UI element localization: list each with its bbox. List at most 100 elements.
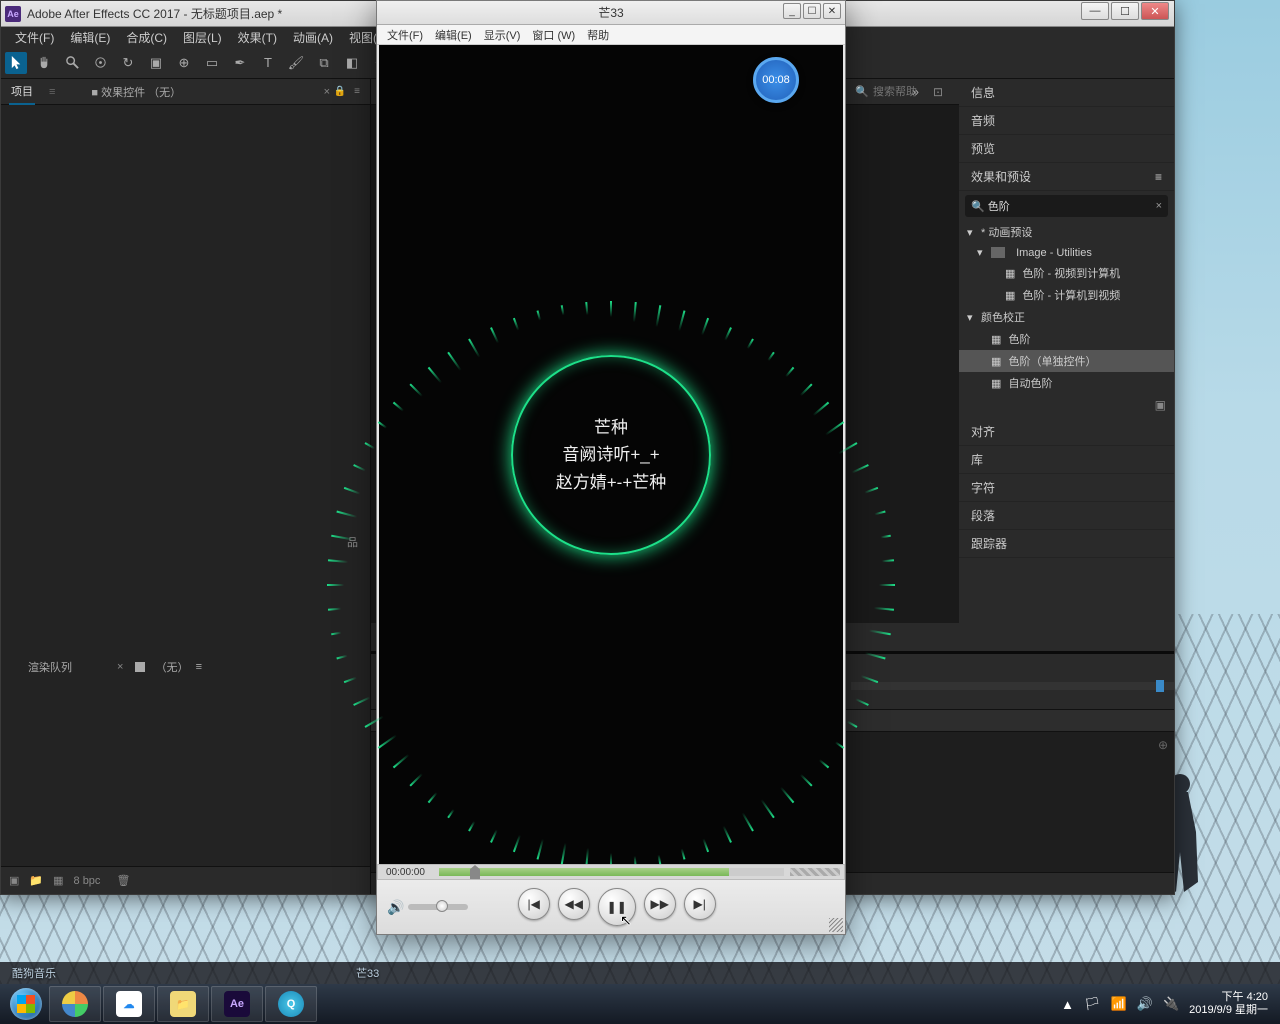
volume-icon[interactable]: 🔊 xyxy=(387,899,404,916)
render-queue-tab[interactable]: 渲染队列 xyxy=(26,655,74,679)
rewind-button[interactable]: ◀◀ xyxy=(558,888,590,920)
interpret-footage-icon[interactable]: ▣ xyxy=(9,874,19,887)
music-app-name: 酷狗音乐 xyxy=(12,965,56,981)
shape-tool[interactable]: ▭ xyxy=(201,52,223,74)
tree-levels-computer[interactable]: ▦ 色阶 - 计算机到视频 xyxy=(959,284,1174,306)
play-pause-button[interactable]: ❚❚ xyxy=(598,888,636,926)
player-close-button[interactable]: ✕ xyxy=(823,3,841,19)
rotation-tool[interactable]: ↻ xyxy=(117,52,139,74)
ae-menu-file[interactable]: 文件(F) xyxy=(9,27,60,48)
ae-menu-animation[interactable]: 动画(A) xyxy=(287,27,339,48)
music-nowplaying-bar[interactable]: 酷狗音乐 芒33 xyxy=(0,962,1280,984)
effect-controls-tab[interactable]: ■ 效果控件 （无） xyxy=(89,80,183,104)
volume-control[interactable]: 🔊 xyxy=(387,899,468,916)
volume-slider[interactable] xyxy=(408,904,468,910)
tree-image-utilities[interactable]: ▾ Image - Utilities xyxy=(959,243,1174,262)
panel-info[interactable]: 信息 xyxy=(959,79,1174,107)
orbit-tool[interactable] xyxy=(89,52,111,74)
tree-animation-presets[interactable]: ▾* 动画预设 xyxy=(959,221,1174,243)
clone-tool[interactable]: ⧉ xyxy=(313,52,335,74)
tree-auto-levels[interactable]: ▦ 自动色阶 xyxy=(959,372,1174,394)
panel-paragraph[interactable]: 段落 xyxy=(959,502,1174,530)
panel-tracker[interactable]: 跟踪器 xyxy=(959,530,1174,558)
project-sort-icon[interactable]: 品 xyxy=(347,534,358,550)
resize-grip[interactable] xyxy=(829,918,843,932)
project-panel-body: 🔍 名称 🏷 类型 品 ▣ 📁 ▦ 8 bpc 🗑 xyxy=(1,105,370,894)
new-bin-icon[interactable]: ▣ xyxy=(1155,398,1166,414)
player-menu-window[interactable]: 窗口 (W) xyxy=(528,25,579,45)
timeline-ruler[interactable] xyxy=(851,682,1174,690)
tray-up-icon[interactable]: ▲ xyxy=(1061,997,1074,1012)
player-menu-file[interactable]: 文件(F) xyxy=(383,25,427,45)
effects-search[interactable]: 🔍 色阶× xyxy=(965,195,1168,217)
panel-align[interactable]: 对齐 xyxy=(959,418,1174,446)
progress-bar[interactable]: 00:00:00 xyxy=(377,864,845,880)
panel-preview[interactable]: 预览 xyxy=(959,135,1174,163)
project-list[interactable] xyxy=(1,329,370,858)
hand-tool[interactable] xyxy=(33,52,55,74)
ae-menu-composition[interactable]: 合成(C) xyxy=(120,27,173,48)
panel-audio[interactable]: 音频 xyxy=(959,107,1174,135)
trash-icon[interactable]: 🗑 xyxy=(116,874,130,887)
project-footer: ▣ 📁 ▦ 8 bpc 🗑 xyxy=(1,866,370,894)
eraser-tool[interactable]: ◧ xyxy=(341,52,363,74)
new-comp-icon[interactable]: ▦ xyxy=(53,874,63,887)
player-minimize-button[interactable]: _ xyxy=(783,3,801,19)
panel-menu-icon[interactable]: ≡ xyxy=(354,86,360,97)
forward-button[interactable]: ▶▶ xyxy=(644,888,676,920)
comp-marker-icon[interactable]: ⊕ xyxy=(1158,738,1168,752)
panel-effects-presets[interactable]: 效果和预设≡ xyxy=(959,163,1174,191)
tray-volume-icon[interactable]: 🔊 xyxy=(1137,996,1153,1012)
panel-lock-icon[interactable]: 🔒 xyxy=(334,86,346,97)
project-tab[interactable]: 项目 xyxy=(9,79,35,105)
player-menu-view[interactable]: 显示(V) xyxy=(480,25,525,45)
tray-network-icon[interactable]: 📶 xyxy=(1111,996,1127,1012)
ae-menu-edit[interactable]: 编辑(E) xyxy=(64,27,116,48)
next-track-button[interactable]: ▶| xyxy=(684,888,716,920)
tree-color-correction[interactable]: ▾颜色校正 xyxy=(959,306,1174,328)
taskbar-app-2[interactable]: ☁ xyxy=(103,986,155,1022)
ae-maximize-button[interactable]: ☐ xyxy=(1111,2,1139,20)
taskbar-after-effects[interactable]: Ae xyxy=(211,986,263,1022)
player-maximize-button[interactable]: ☐ xyxy=(803,3,821,19)
tray-flag-icon[interactable]: 🏳 xyxy=(1084,996,1101,1012)
pen-tool[interactable]: ✒ xyxy=(229,52,251,74)
tray-power-icon[interactable]: 🔌 xyxy=(1163,996,1179,1012)
timeline-playhead[interactable] xyxy=(1156,680,1164,692)
taskbar: ☁ 📁 Ae Q ▲ 🏳 📶 🔊 🔌 下午 4:20 2019/9/9 星期一 xyxy=(0,984,1280,1024)
player-menu-help[interactable]: 帮助 xyxy=(583,25,613,45)
timeline-none-tab[interactable]: × （无） ≡ xyxy=(111,655,204,679)
ae-close-button[interactable]: ✕ xyxy=(1141,2,1169,20)
panel-library[interactable]: 库 xyxy=(959,446,1174,474)
tree-levels[interactable]: ▦ 色阶 xyxy=(959,328,1174,350)
pan-behind-tool[interactable]: ⊕ xyxy=(173,52,195,74)
taskbar-explorer[interactable]: 📁 xyxy=(157,986,209,1022)
selection-tool[interactable] xyxy=(5,52,27,74)
zoom-tool[interactable] xyxy=(61,52,83,74)
type-tool[interactable]: T xyxy=(257,52,279,74)
prev-track-button[interactable]: |◀ xyxy=(518,888,550,920)
ae-menu-layer[interactable]: 图层(L) xyxy=(177,27,228,48)
camera-tool[interactable]: ▣ xyxy=(145,52,167,74)
ae-menu-effect[interactable]: 效果(T) xyxy=(232,27,283,48)
player-video-area[interactable]: 00:08 芒种 音阙诗听+_+ 赵方婧+-+芒种 xyxy=(379,45,843,865)
tree-levels-individual[interactable]: ▦ 色阶（单独控件） xyxy=(959,350,1174,372)
taskbar-quicktime[interactable]: Q xyxy=(265,986,317,1022)
brush-tool[interactable]: 🖌 xyxy=(285,52,307,74)
timer-badge: 00:08 xyxy=(753,57,799,103)
start-button[interactable] xyxy=(4,986,48,1022)
panel-menu-icon[interactable]: ≡ xyxy=(1155,170,1162,184)
search-help-input[interactable] xyxy=(873,86,963,98)
player-menu-edit[interactable]: 编辑(E) xyxy=(431,25,476,45)
taskbar-app-1[interactable] xyxy=(49,986,101,1022)
panel-character[interactable]: 字符 xyxy=(959,474,1174,502)
effects-tree-footer: ▣ xyxy=(959,394,1174,418)
new-folder-icon[interactable]: 📁 xyxy=(29,874,43,887)
player-titlebar[interactable]: 芒33 _ ☐ ✕ xyxy=(377,1,845,25)
panel-close-icon[interactable]: × xyxy=(324,86,330,98)
tree-levels-video[interactable]: ▦ 色阶 - 视频到计算机 xyxy=(959,262,1174,284)
ae-minimize-button[interactable]: — xyxy=(1081,2,1109,20)
taskbar-clock[interactable]: 下午 4:20 2019/9/9 星期一 xyxy=(1189,991,1268,1017)
clear-search-icon[interactable]: × xyxy=(1156,200,1162,212)
bpc-label[interactable]: 8 bpc xyxy=(74,875,101,887)
